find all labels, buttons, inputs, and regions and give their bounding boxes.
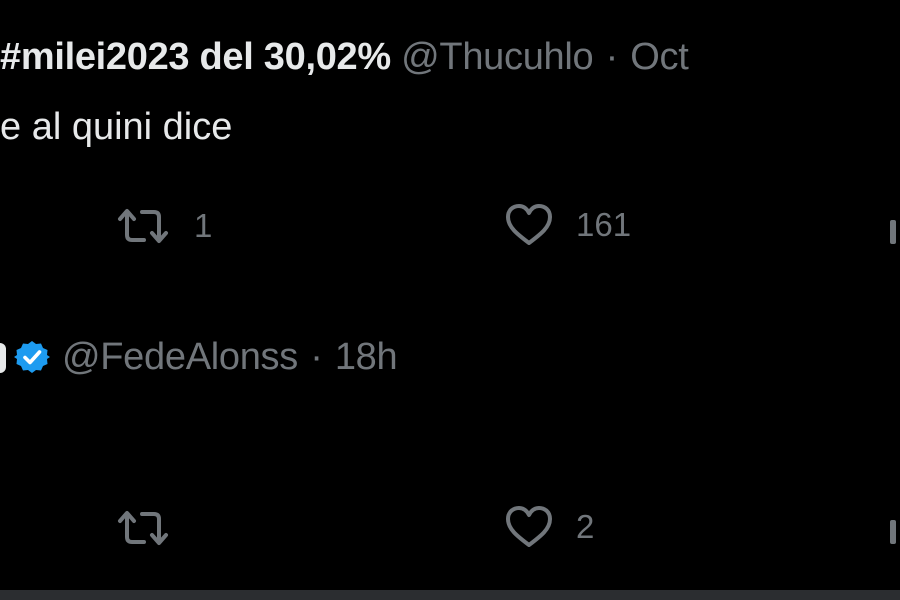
tweet-text: e al quini dice [0,106,233,148]
retweet-icon [118,511,168,545]
display-name[interactable]: #milei2023 del 30,02% [0,36,391,78]
separator-dot: · [310,336,323,378]
verified-badge-icon [14,341,50,373]
tweet-header: @FedeAlonss · 18h [0,334,398,380]
share-icon [890,520,896,544]
retweet-icon [118,209,168,243]
heart-icon [506,204,552,245]
like-count: 161 [576,206,632,243]
separator-dot: · [605,36,619,78]
heart-icon [506,506,552,547]
like-button[interactable]: 161 [504,203,631,247]
bottom-divider [0,590,900,600]
share-button[interactable] [890,520,896,544]
user-handle[interactable]: @Thucuhlo [401,36,594,78]
like-button[interactable]: 2 [504,505,594,549]
user-handle[interactable]: @FedeAlonss [62,336,298,378]
retweet-button[interactable]: 1 [114,205,212,247]
display-name[interactable] [0,343,6,373]
retweet-button[interactable] [114,507,172,549]
timestamp[interactable]: 18h [335,336,398,378]
share-icon [890,220,896,244]
tweet[interactable]: #milei2023 del 30,02% @Thucuhlo · Oct e … [0,0,900,290]
tweet-header: #milei2023 del 30,02% @Thucuhlo · Oct [0,34,689,80]
timestamp[interactable]: Oct [630,36,689,78]
retweet-count: 1 [194,207,213,244]
like-count: 2 [576,508,595,545]
share-button[interactable] [890,220,896,244]
